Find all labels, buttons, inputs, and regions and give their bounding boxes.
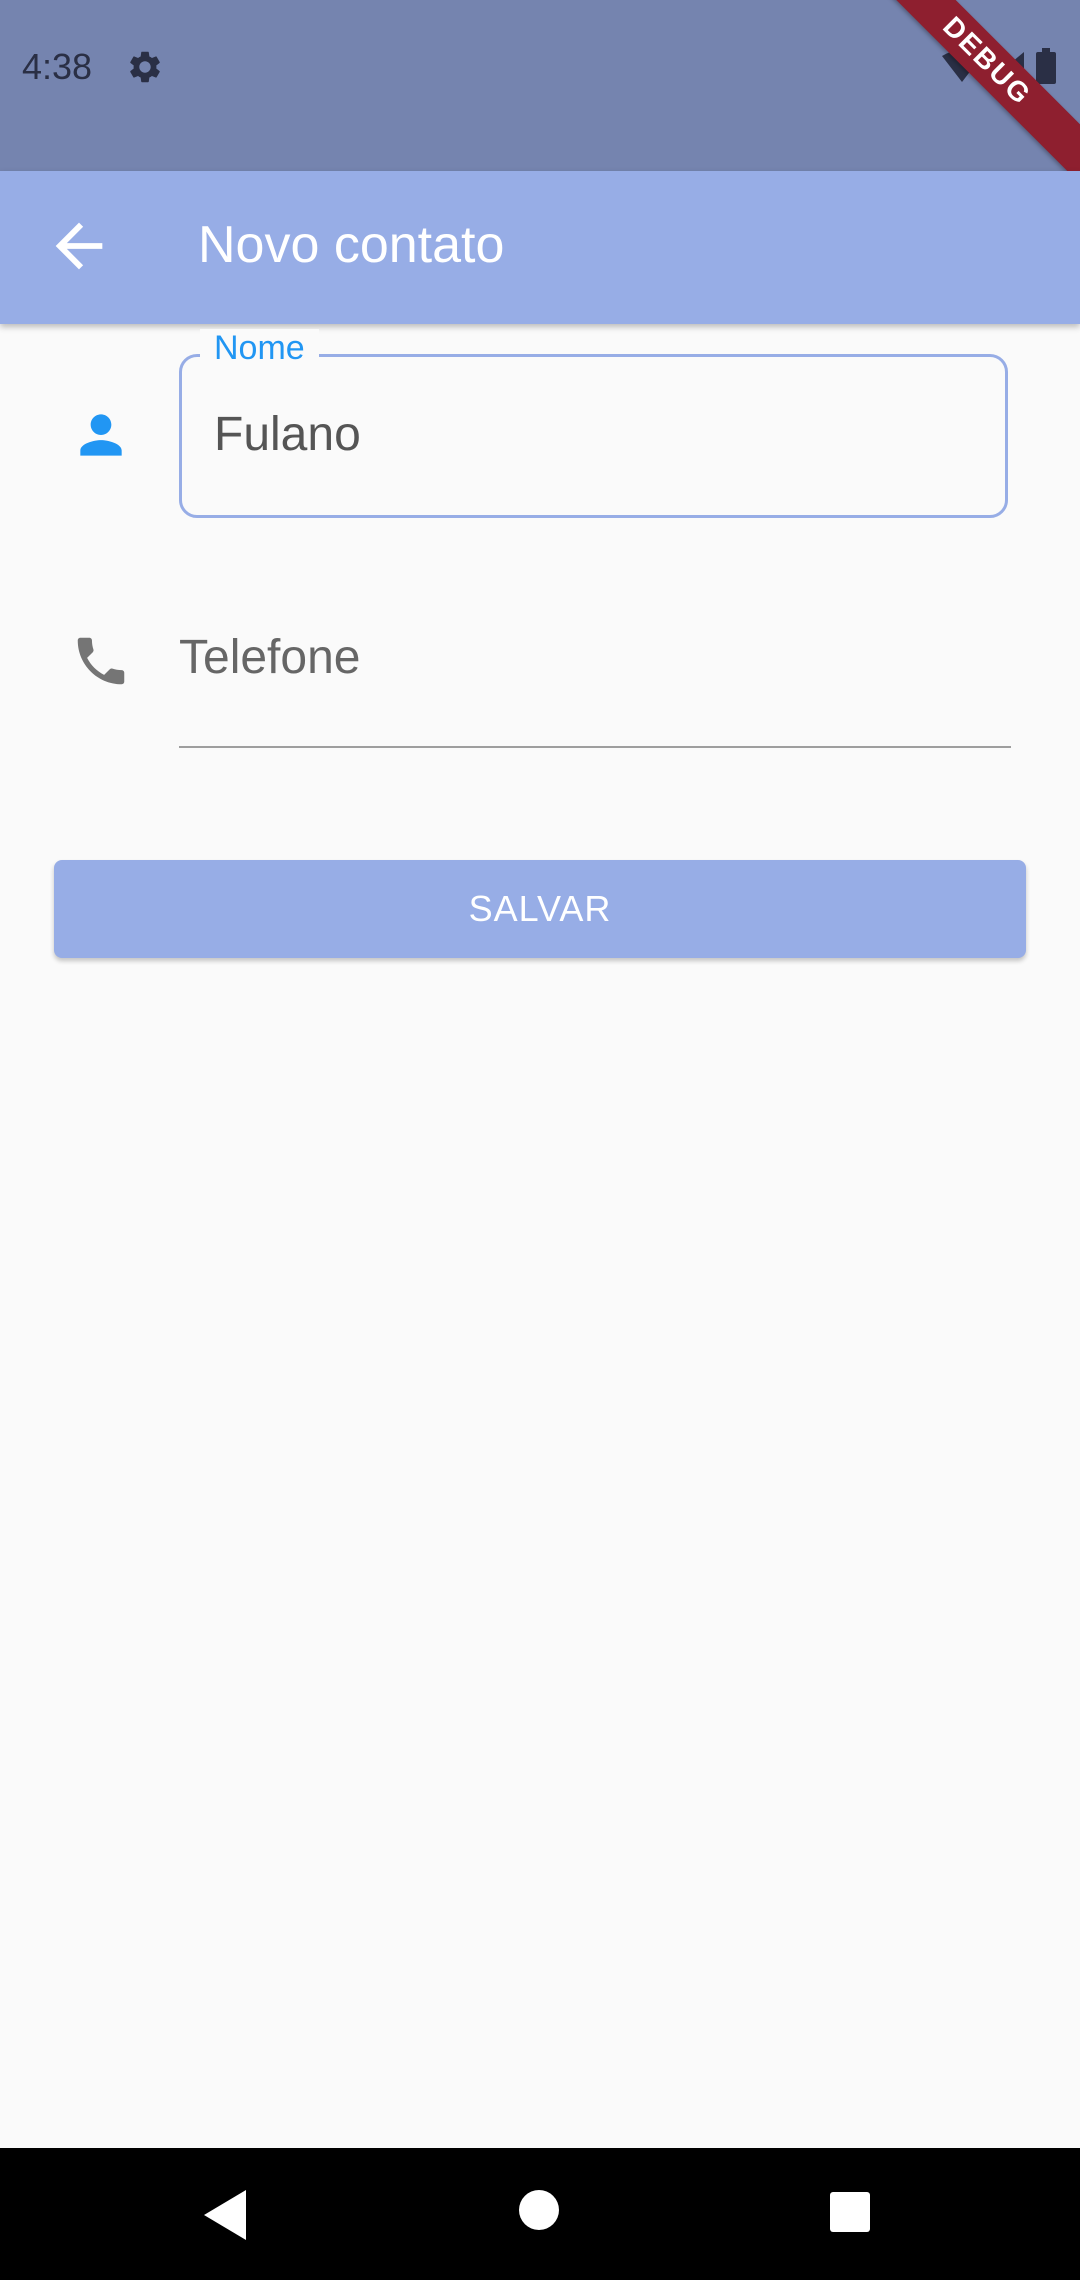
phone-field-placeholder: Telefone xyxy=(179,631,361,684)
person-icon xyxy=(80,414,122,456)
gear-icon xyxy=(130,51,160,83)
arrow-back-icon[interactable] xyxy=(44,211,114,281)
navigation-bar xyxy=(0,2148,1080,2280)
name-field-value[interactable]: Fulano xyxy=(214,407,361,462)
nav-recent-apps-icon[interactable] xyxy=(830,2192,870,2232)
name-field[interactable]: Nome Fulano xyxy=(179,329,1008,518)
phone-icon xyxy=(77,637,125,685)
status-bar: 4:38 DEBUG xyxy=(0,0,1080,193)
nav-back-icon[interactable] xyxy=(200,2188,250,2242)
debug-banner: DEBUG xyxy=(855,0,1080,193)
nav-home-icon[interactable] xyxy=(519,2190,559,2230)
save-button[interactable]: SALVAR xyxy=(54,860,1026,958)
page-title: Novo contato xyxy=(198,216,505,274)
status-time: 4:38 xyxy=(22,46,93,87)
phone-field[interactable]: Telefone xyxy=(179,620,1011,748)
app-bar: Novo contato xyxy=(0,171,1080,324)
name-field-label: Nome xyxy=(200,329,319,368)
